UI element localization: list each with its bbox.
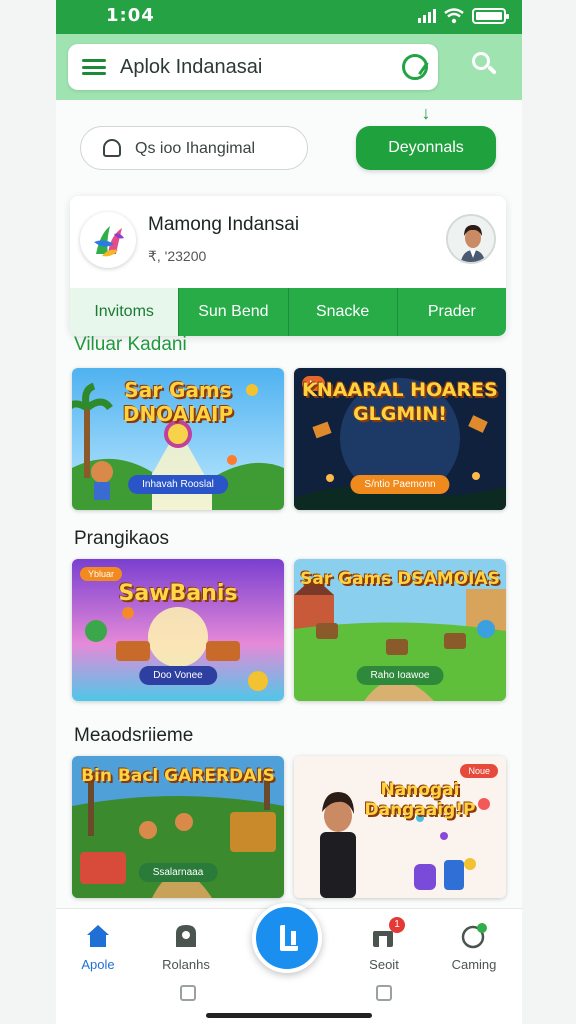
app-title: Aplok Indanasai — [120, 56, 263, 78]
game-card-title: Sar Gams DNOAIAIP — [122, 378, 234, 426]
status-icons — [418, 8, 509, 24]
recent-apps-icon[interactable] — [180, 985, 196, 1001]
secondary-search-input[interactable]: Qs ioo Ihangimal — [80, 126, 308, 170]
profile-card: Mamong Indansai ₹, '23200 Invitoms Sun B… — [70, 196, 506, 336]
game-card[interactable]: Sar Gams DSAMOIAS Raho Ioawoe — [294, 559, 506, 701]
fab-button[interactable] — [252, 903, 322, 973]
notification-icon: 1 — [371, 917, 405, 949]
tab-sun-bend[interactable]: Sun Bend — [178, 288, 288, 336]
notification-badge: 1 — [389, 917, 405, 933]
category-tabs: Invitoms Sun Bend Snacke Prader — [70, 288, 506, 336]
game-card-title: SawBanis — [118, 581, 238, 606]
tab-prader[interactable]: Prader — [396, 288, 506, 336]
game-card-cta[interactable]: Raho Ioawoe — [356, 666, 444, 685]
tab-invitoms[interactable]: Invitoms — [70, 288, 179, 336]
game-card-title: KNAARAL HOARES GLGMIN! — [302, 379, 498, 425]
status-time: 1:04 — [106, 5, 155, 26]
game-card-cta[interactable]: S/ntio Paemonn — [350, 475, 450, 494]
wifi-icon — [444, 8, 464, 24]
profile-balance: ₹, '23200 — [148, 248, 207, 264]
game-card[interactable]: Ybluar SawBanis Doo Vonee — [72, 559, 284, 701]
game-card[interactable]: ▶ KNAARAL HOARES GLGMIN! S/ntio Paemonn — [294, 368, 506, 510]
nav-label: Apole — [81, 957, 115, 972]
signal-icon — [418, 9, 436, 23]
profile-name: Mamong Indansai — [148, 214, 300, 235]
arrow-down-icon: ↓ — [421, 103, 431, 123]
nav-label: Rolanhs — [162, 957, 210, 972]
game-card-cta[interactable]: Ssalarnaaa — [138, 863, 218, 882]
game-card-cta[interactable]: Doo Vonee — [139, 666, 217, 685]
game-card[interactable]: Noue Nanogai Dangaaig!P — [294, 756, 506, 898]
section-title: Viluar Kadani — [74, 334, 187, 355]
menu-icon[interactable] — [82, 59, 106, 75]
phone-screen: 1:04 Aplok Indanasai ↓ Qs ioo Ihangimal — [56, 0, 522, 1024]
game-card-title: Sar Gams DSAMOIAS — [300, 569, 500, 589]
avatar[interactable] — [446, 214, 496, 264]
secondary-search-placeholder: Qs ioo Ihangimal — [135, 140, 256, 157]
app-bar: Aplok Indanasai — [56, 34, 522, 100]
nav-label: Caming — [451, 957, 497, 972]
user-icon — [173, 923, 199, 949]
game-card-tag: Ybluar — [80, 567, 123, 581]
status-bar: 1:04 — [56, 0, 522, 36]
nav-item-caming[interactable]: Caming — [434, 923, 514, 972]
search-bar[interactable]: Aplok Indanasai — [68, 44, 438, 90]
edit-icon[interactable] — [402, 54, 428, 80]
document-icon — [280, 925, 298, 951]
game-card-title: Bin Bacl GARERDAIS — [81, 766, 275, 786]
game-card[interactable]: Bin Bacl GARERDAIS Ssalarnaaa — [72, 756, 284, 898]
section-title: Prangikaos — [74, 528, 170, 549]
game-icon — [461, 923, 487, 949]
search-icon[interactable] — [472, 52, 500, 80]
section-title: Meaodsriieme — [74, 725, 194, 746]
bottom-navigation: Apole Rolanhs 1 Seoit Caming — [56, 903, 522, 1024]
game-card-title: Nanogai Dangaaig!P — [364, 780, 476, 820]
battery-icon — [472, 8, 509, 24]
home-indicator[interactable] — [206, 1013, 372, 1018]
brand-logo — [80, 212, 136, 268]
nav-item-rolanhs[interactable]: Rolanhs — [146, 923, 226, 972]
tab-snacke[interactable]: Snacke — [287, 288, 397, 336]
download-button[interactable]: Deyonnals — [356, 126, 496, 170]
game-card-cta[interactable]: Inhavah Rooslal — [128, 475, 228, 494]
game-card[interactable]: Sar Gams DNOAIAIP Inhavah Rooslal — [72, 368, 284, 510]
nav-label: Seoit — [369, 957, 399, 972]
game-card-tag: Noue — [460, 764, 498, 778]
nav-item-seoit[interactable]: 1 Seoit — [344, 917, 424, 972]
overview-icon[interactable] — [376, 985, 392, 1001]
nav-item-home[interactable]: Apole — [58, 923, 138, 972]
home-icon — [85, 923, 111, 949]
bell-icon — [103, 139, 121, 157]
